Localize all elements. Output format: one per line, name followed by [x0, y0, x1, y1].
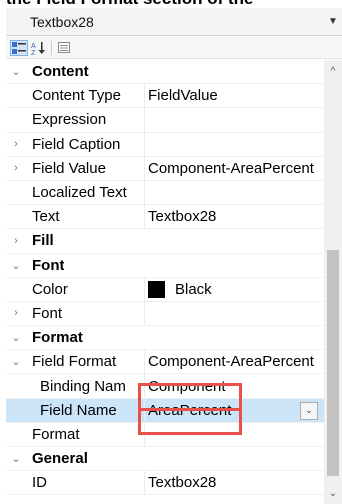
color-swatch — [148, 280, 165, 298]
vertical-scrollbar[interactable]: ^ ⌄ — [324, 60, 342, 504]
category-label: Fill — [32, 232, 54, 250]
property-value-color[interactable]: Black — [144, 277, 324, 301]
property-row-text[interactable]: Text Textbox28 — [6, 205, 324, 230]
category-label: Format — [32, 329, 83, 347]
property-value[interactable]: Component-AreaPercent — [144, 350, 324, 374]
property-row-format[interactable]: Format — [6, 422, 324, 447]
property-value[interactable]: FieldValue — [144, 84, 324, 108]
collapse-icon[interactable]: ⌄ — [6, 254, 26, 277]
property-value[interactable] — [144, 301, 324, 326]
object-selector-value: Textbox28 — [30, 13, 94, 30]
collapse-icon[interactable]: ⌄ — [6, 60, 26, 83]
scroll-down-icon[interactable]: ⌄ — [324, 484, 342, 502]
category-fill[interactable]: › Fill — [6, 229, 324, 254]
property-value[interactable]: Textbox28 — [144, 471, 324, 495]
property-name: Format — [32, 425, 80, 443]
property-name: Localized Text — [32, 184, 127, 202]
color-label: Black — [175, 280, 212, 298]
property-row-localized-text[interactable]: Localized Text — [6, 180, 324, 206]
property-row-field-value[interactable]: › Field Value Component-AreaPercent — [6, 156, 324, 181]
property-row-color[interactable]: Color Black — [6, 277, 324, 302]
property-pages-icon[interactable] — [55, 40, 73, 56]
scroll-thumb[interactable] — [327, 250, 339, 476]
property-name: Font — [32, 304, 63, 322]
property-name: Field Caption — [32, 135, 121, 153]
property-value[interactable]: Component-AreaPercent — [144, 156, 324, 180]
property-value[interactable] — [144, 180, 324, 205]
expand-icon[interactable]: › — [6, 157, 26, 180]
property-name: Field Value — [32, 159, 106, 177]
property-toolbar: A Z — [6, 37, 342, 59]
property-name: Binding Nam — [40, 377, 126, 395]
property-name: Content Type — [32, 87, 121, 105]
property-row-id[interactable]: ID Textbox28 — [6, 471, 324, 496]
collapse-icon[interactable]: ⌄ — [6, 447, 26, 470]
expand-icon[interactable]: › — [6, 133, 26, 156]
svg-text:Z: Z — [31, 50, 36, 55]
category-label: Content — [32, 63, 89, 81]
property-name: Field Format — [32, 353, 117, 371]
property-name: Color — [32, 280, 68, 298]
category-label: Font — [32, 256, 65, 274]
property-value[interactable] — [144, 422, 324, 446]
chevron-down-icon[interactable]: ▼ — [324, 16, 342, 27]
expand-icon[interactable]: › — [6, 302, 26, 325]
property-row-field-name[interactable]: Field Name AreaPercent ⌄ — [6, 398, 324, 423]
property-row-field-caption[interactable]: › Field Caption — [6, 132, 324, 157]
property-value[interactable] — [144, 132, 324, 156]
scroll-up-icon[interactable]: ^ — [324, 62, 342, 80]
property-name: Expression — [32, 111, 107, 129]
property-value[interactable]: Textbox28 — [144, 205, 324, 229]
property-row-field-format[interactable]: ⌄ Field Format Component-AreaPercent — [6, 350, 324, 375]
category-general[interactable]: ⌄ General — [6, 447, 324, 472]
property-row-font[interactable]: › Font — [6, 301, 324, 327]
property-name: Text — [32, 208, 60, 226]
category-label: General — [32, 450, 88, 468]
property-row-expression[interactable]: Expression — [6, 108, 324, 133]
categorized-icon[interactable] — [10, 39, 28, 56]
property-name: Field Name — [40, 401, 117, 419]
collapse-icon[interactable]: ⌄ — [6, 326, 26, 349]
expand-icon[interactable]: › — [6, 229, 26, 252]
category-format[interactable]: ⌄ Format — [6, 326, 324, 351]
toolbar-separator — [51, 40, 52, 55]
collapse-icon[interactable]: ⌄ — [6, 350, 26, 373]
chevron-down-icon[interactable]: ⌄ — [300, 401, 318, 420]
category-font[interactable]: ⌄ Font — [6, 254, 324, 278]
property-value[interactable]: AreaPercent — [144, 398, 324, 422]
property-grid: ⌄ Content Content Type FieldValue Expres… — [6, 60, 324, 504]
property-value[interactable] — [144, 108, 324, 132]
property-name: ID — [32, 474, 47, 492]
property-row-binding-name[interactable]: Binding Nam Component — [6, 374, 324, 399]
alphabetical-icon[interactable]: A Z — [30, 40, 48, 56]
object-selector-dropdown[interactable]: Textbox28 ▼ — [6, 8, 342, 36]
property-row-content-type[interactable]: Content Type FieldValue — [6, 84, 324, 109]
svg-text:A: A — [31, 43, 36, 50]
property-value[interactable]: Component — [144, 374, 324, 398]
category-content[interactable]: ⌄ Content — [6, 60, 324, 85]
